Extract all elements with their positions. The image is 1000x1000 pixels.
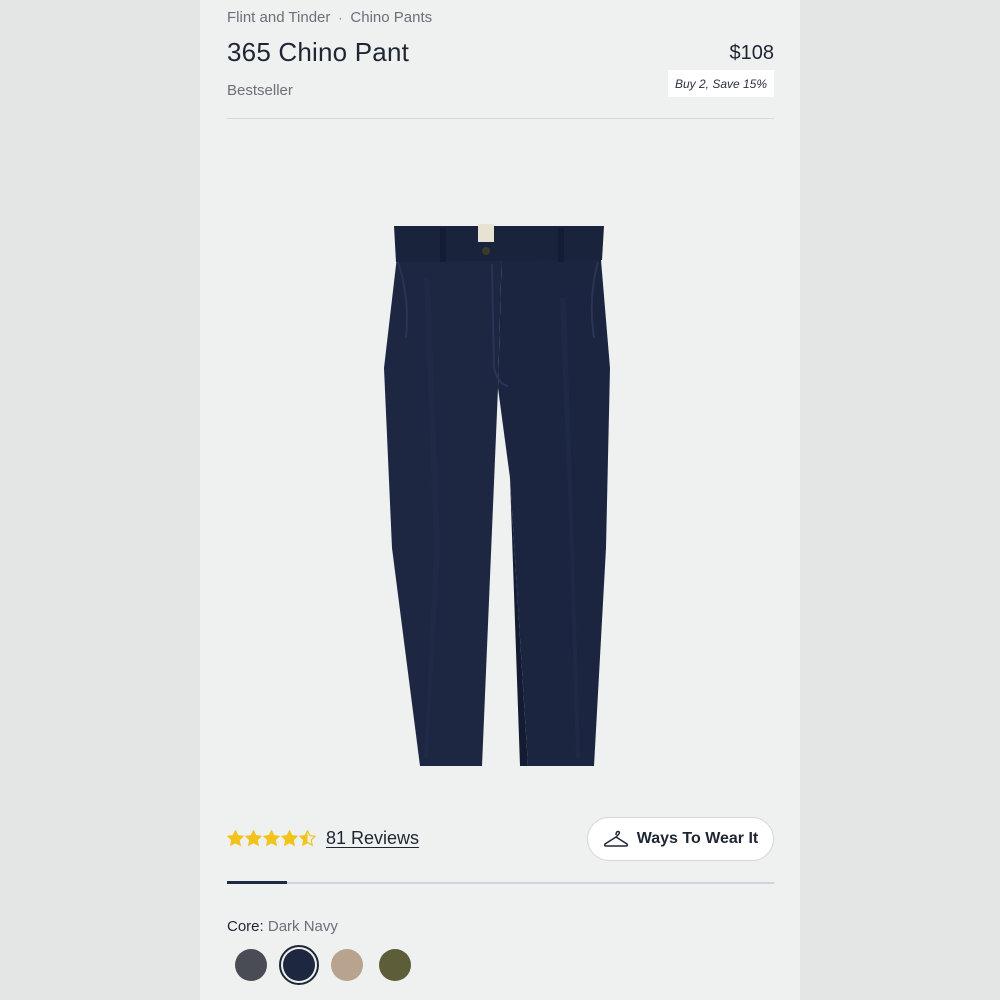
color-swatch[interactable] [375,945,415,985]
left-backdrop [0,0,200,1000]
breadcrumb-brand-link[interactable]: Flint and Tinder [227,9,330,26]
reviews-link[interactable]: 81 Reviews [326,828,419,849]
color-group-label: Core: [227,918,264,935]
ways-to-wear-label: Ways To Wear It [636,830,759,847]
color-swatch-fill [331,949,363,981]
ways-to-wear-button[interactable]: Ways To Wear It [587,817,774,861]
star-icon [245,830,262,847]
promo-badge: Buy 2, Save 15% [668,70,774,97]
color-swatch-fill [235,949,267,981]
hanger-icon [603,830,628,847]
product-price: $108 [729,42,775,64]
color-swatches [231,945,423,985]
color-swatch-fill [379,949,411,981]
rating-summary: 81 Reviews [227,828,419,849]
product-image[interactable] [370,218,630,773]
star-icon [299,830,316,847]
product-title: 365 Chino Pant [227,37,410,67]
right-backdrop [800,0,1000,1000]
color-swatch-fill [283,949,315,981]
color-swatch[interactable] [231,945,271,985]
breadcrumb-separator: · [338,10,343,25]
breadcrumb-category-link[interactable]: Chino Pants [350,9,432,26]
selected-color-name: Dark Navy [267,918,338,935]
breadcrumb: Flint and Tinder · Chino Pants [227,9,432,26]
product-panel: Flint and Tinder · Chino Pants 365 Chino… [200,0,800,1000]
color-swatch[interactable] [279,945,319,985]
color-label: Core: Dark Navy [227,918,338,935]
star-icon [263,830,280,847]
star-icon [227,830,244,847]
header-divider [227,118,774,119]
color-swatch[interactable] [327,945,367,985]
star-rating [227,830,316,847]
gallery-progress-fill [227,881,288,884]
bestseller-label: Bestseller [227,82,293,99]
gallery-progress-track [227,881,774,884]
star-icon [281,830,298,847]
